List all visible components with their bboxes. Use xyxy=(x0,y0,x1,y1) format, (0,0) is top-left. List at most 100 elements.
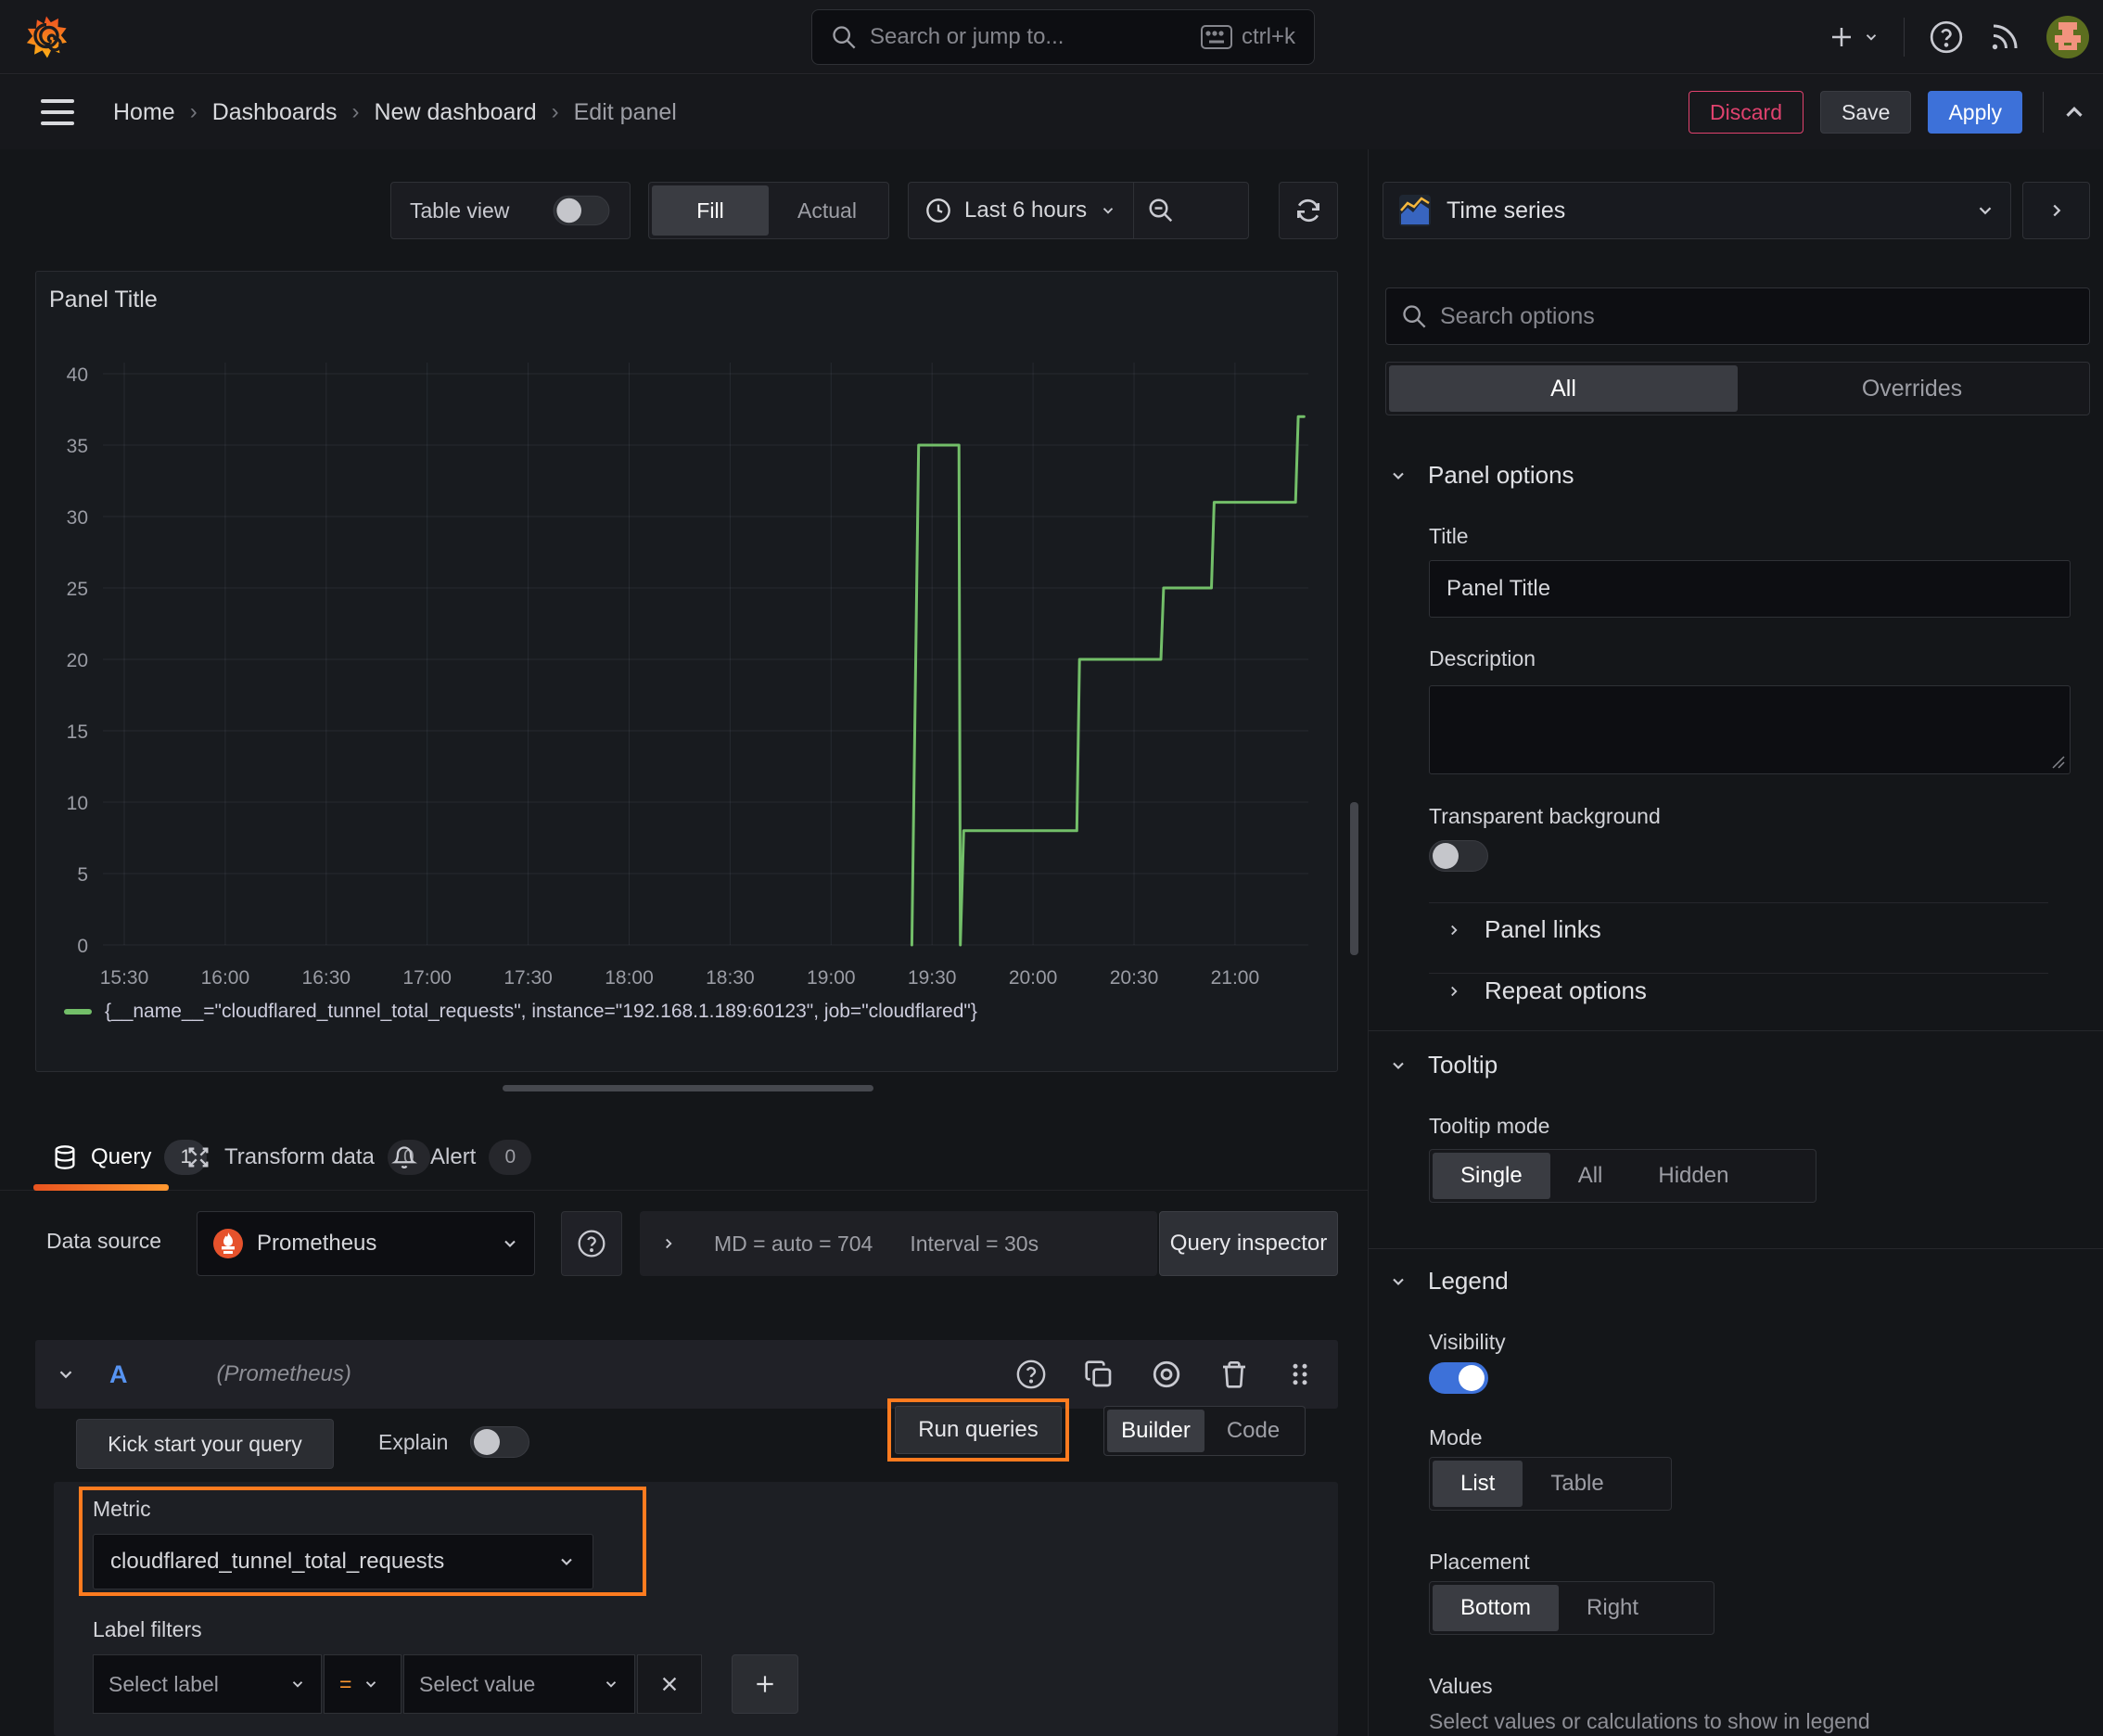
time-series-chart[interactable]: 0 5 10 15 20 25 30 35 40 15:30 16:00 16:30 17:00 17:3… xyxy=(36,272,1337,1071)
apply-button[interactable]: Apply xyxy=(1928,91,2022,134)
delete-query-icon[interactable] xyxy=(1219,1359,1249,1389)
add-filter-button[interactable] xyxy=(732,1654,798,1714)
global-search-box[interactable]: ctrl+k xyxy=(811,9,1315,65)
x-axis-tick-label: 16:30 xyxy=(302,967,351,989)
legend-table-option[interactable]: Table xyxy=(1523,1461,1631,1507)
news-button[interactable] xyxy=(1988,20,2021,54)
chevron-up-icon[interactable] xyxy=(2060,98,2088,126)
chevron-down-icon xyxy=(1102,208,1114,214)
tab-overrides[interactable]: Overrides xyxy=(1738,365,2086,412)
breadcrumb-new-dashboard[interactable]: New dashboard xyxy=(375,99,537,126)
scrollbar-thumb[interactable] xyxy=(1350,802,1358,955)
chevron-down-icon[interactable] xyxy=(56,1364,76,1385)
legend-visibility-toggle[interactable] xyxy=(1429,1362,1488,1394)
description-textarea[interactable] xyxy=(1429,685,2071,774)
breadcrumb-dashboards[interactable]: Dashboards xyxy=(212,99,338,126)
top-nav-bar: ctrl+k xyxy=(0,0,2103,74)
tooltip-all-option[interactable]: All xyxy=(1550,1153,1631,1199)
datasource-picker[interactable]: Prometheus xyxy=(197,1211,535,1276)
help-circle-icon xyxy=(1930,20,1963,54)
datasource-help-button[interactable] xyxy=(561,1211,622,1276)
breadcrumb-home[interactable]: Home xyxy=(113,99,175,126)
options-search-input[interactable] xyxy=(1440,302,2074,330)
x-axis-tick-label: 21:00 xyxy=(1211,967,1260,989)
kick-start-query-button[interactable]: Kick start your query xyxy=(76,1419,334,1469)
actual-option[interactable]: Actual xyxy=(769,185,886,236)
panel-links-section[interactable]: Panel links xyxy=(1446,915,1601,944)
run-queries-button[interactable]: Run queries xyxy=(895,1406,1062,1454)
series-color-swatch[interactable] xyxy=(64,1009,92,1015)
transparent-background-label: Transparent background xyxy=(1429,804,1661,828)
chevron-down-icon xyxy=(1393,1278,1404,1285)
fill-option[interactable]: Fill xyxy=(652,185,769,236)
datasource-row: Data source Prometheus MD = auto = 704 I… xyxy=(0,1211,1338,1276)
resize-grip-icon[interactable] xyxy=(2050,754,2065,769)
save-button[interactable]: Save xyxy=(1820,91,1912,134)
panel-resize-handle[interactable] xyxy=(503,1085,873,1091)
discard-button[interactable]: Discard xyxy=(1689,91,1804,134)
legend-placement-switch: Bottom Right xyxy=(1429,1581,1714,1635)
table-view-toggle[interactable] xyxy=(553,195,610,226)
search-icon xyxy=(1403,305,1426,328)
explain-label: Explain xyxy=(378,1429,449,1454)
series-legend-label[interactable]: {__name__="cloudflared_tunnel_total_requ… xyxy=(105,1001,977,1023)
select-value-dropdown[interactable]: Select value xyxy=(403,1654,635,1714)
legend-right-option[interactable]: Right xyxy=(1559,1585,1666,1631)
builder-option[interactable]: Builder xyxy=(1107,1410,1204,1452)
query-ref-id: A xyxy=(109,1359,128,1388)
visualization-picker[interactable]: Time series xyxy=(1383,182,2011,239)
repeat-options-label: Repeat options xyxy=(1485,976,1647,1004)
zoom-out-button[interactable] xyxy=(1133,183,1187,238)
menu-toggle-button[interactable] xyxy=(41,99,74,125)
code-option[interactable]: Code xyxy=(1204,1410,1302,1452)
drag-handle-icon[interactable] xyxy=(1286,1360,1314,1388)
y-axis-tick-label: 25 xyxy=(67,579,88,600)
repeat-options-section[interactable]: Repeat options xyxy=(1446,976,1647,1005)
toggle-visibility-icon[interactable] xyxy=(1151,1359,1182,1390)
query-inspector-button[interactable]: Query inspector xyxy=(1159,1211,1338,1276)
legend-list-option[interactable]: List xyxy=(1433,1461,1523,1507)
query-help-icon[interactable] xyxy=(1015,1359,1047,1390)
select-label-dropdown[interactable]: Select label xyxy=(93,1654,322,1714)
y-axis-tick-label: 40 xyxy=(67,364,88,386)
refresh-button[interactable] xyxy=(1279,182,1338,239)
grafana-logo-icon[interactable] xyxy=(24,15,69,59)
time-range-picker[interactable]: Last 6 hours xyxy=(909,183,1133,238)
query-row-header[interactable]: A (Prometheus) xyxy=(35,1340,1338,1409)
tab-alert[interactable]: Alert 0 xyxy=(391,1124,532,1190)
tooltip-single-option[interactable]: Single xyxy=(1433,1153,1550,1199)
query-options-summary[interactable]: MD = auto = 704 Interval = 30s xyxy=(640,1211,1157,1276)
panel-options-section-header[interactable]: Panel options xyxy=(1389,461,1574,490)
plus-icon xyxy=(1832,28,1851,46)
zoom-out-icon xyxy=(1149,198,1172,223)
options-search-box[interactable] xyxy=(1385,287,2090,345)
panel-links-label: Panel links xyxy=(1485,915,1601,943)
tab-query[interactable]: Query 1 xyxy=(52,1124,208,1190)
new-dashboard-button[interactable] xyxy=(1828,23,1880,51)
y-axis-tick-label: 20 xyxy=(67,650,88,671)
help-button[interactable] xyxy=(1929,19,1964,55)
explain-toggle[interactable] xyxy=(470,1426,530,1458)
tab-all[interactable]: All xyxy=(1389,365,1738,412)
operator-dropdown[interactable]: = xyxy=(324,1654,401,1714)
viz-suggestions-button[interactable] xyxy=(2022,182,2090,239)
options-filter-tabs: All Overrides xyxy=(1385,362,2090,415)
visualization-name: Time series xyxy=(1447,197,1566,223)
shortcut-label: ctrl+k xyxy=(1241,24,1295,49)
legend-bottom-option[interactable]: Bottom xyxy=(1433,1585,1560,1631)
x-axis-tick-label: 20:00 xyxy=(1009,967,1058,989)
transparent-background-toggle[interactable] xyxy=(1429,840,1488,872)
remove-filter-button[interactable] xyxy=(637,1654,702,1714)
legend-section-header[interactable]: Legend xyxy=(1389,1267,1509,1296)
global-search-input[interactable] xyxy=(870,24,1188,50)
metric-select[interactable]: cloudflared_tunnel_total_requests xyxy=(93,1534,593,1589)
duplicate-query-icon[interactable] xyxy=(1084,1359,1114,1389)
datasource-name: Prometheus xyxy=(257,1231,377,1256)
tooltip-hidden-option[interactable]: Hidden xyxy=(1630,1153,1756,1199)
legend-placement-label: Placement xyxy=(1429,1550,1530,1574)
chevron-down-icon xyxy=(1979,207,1992,215)
user-avatar[interactable] xyxy=(2046,15,2090,59)
panel-title-input[interactable] xyxy=(1429,560,2071,618)
chevron-down-icon xyxy=(292,1681,303,1688)
tooltip-section-header[interactable]: Tooltip xyxy=(1389,1051,1498,1079)
